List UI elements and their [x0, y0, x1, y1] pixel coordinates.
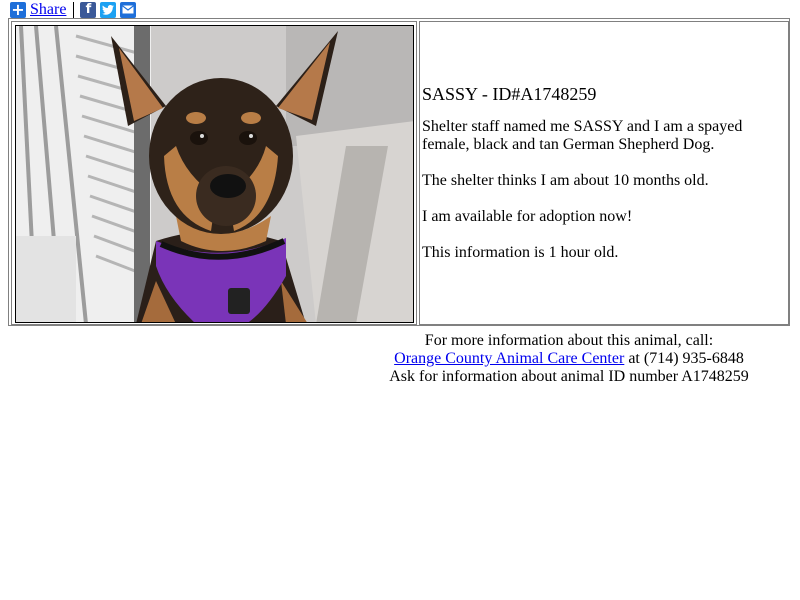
share-divider — [73, 1, 75, 18]
contact-id-line: Ask for information about animal ID numb… — [389, 368, 749, 385]
shelter-phone: at (714) 935-6848 — [628, 350, 744, 367]
animal-info: SASSY - ID#A1748259 Shelter staff named … — [419, 21, 789, 325]
share-bar: + Share f — [10, 1, 140, 18]
contact-shelter-line: Orange County Animal Care Center at (714… — [340, 350, 798, 368]
contact-info: For more information about this animal, … — [340, 332, 798, 386]
info-age: This information is 1 hour old. — [422, 244, 619, 261]
facebook-icon[interactable]: f — [80, 1, 97, 18]
animal-photo[interactable] — [15, 25, 414, 323]
email-icon[interactable] — [120, 1, 137, 18]
animal-age: The shelter thinks I am about 10 months … — [422, 172, 709, 189]
animal-description: Shelter staff named me SASSY and I am a … — [422, 118, 743, 153]
animal-title: SASSY - ID#A1748259 — [422, 84, 597, 104]
contact-intro: For more information about this animal, … — [424, 332, 714, 349]
share-link[interactable]: Share — [30, 1, 66, 19]
photo-cell — [11, 21, 417, 325]
twitter-icon[interactable] — [100, 1, 117, 18]
share-plus-icon[interactable]: + — [10, 1, 26, 18]
animal-table: SASSY - ID#A1748259 Shelter staff named … — [8, 18, 790, 326]
shelter-link[interactable]: Orange County Animal Care Center — [394, 350, 624, 367]
animal-availability: I am available for adoption now! — [422, 208, 633, 225]
